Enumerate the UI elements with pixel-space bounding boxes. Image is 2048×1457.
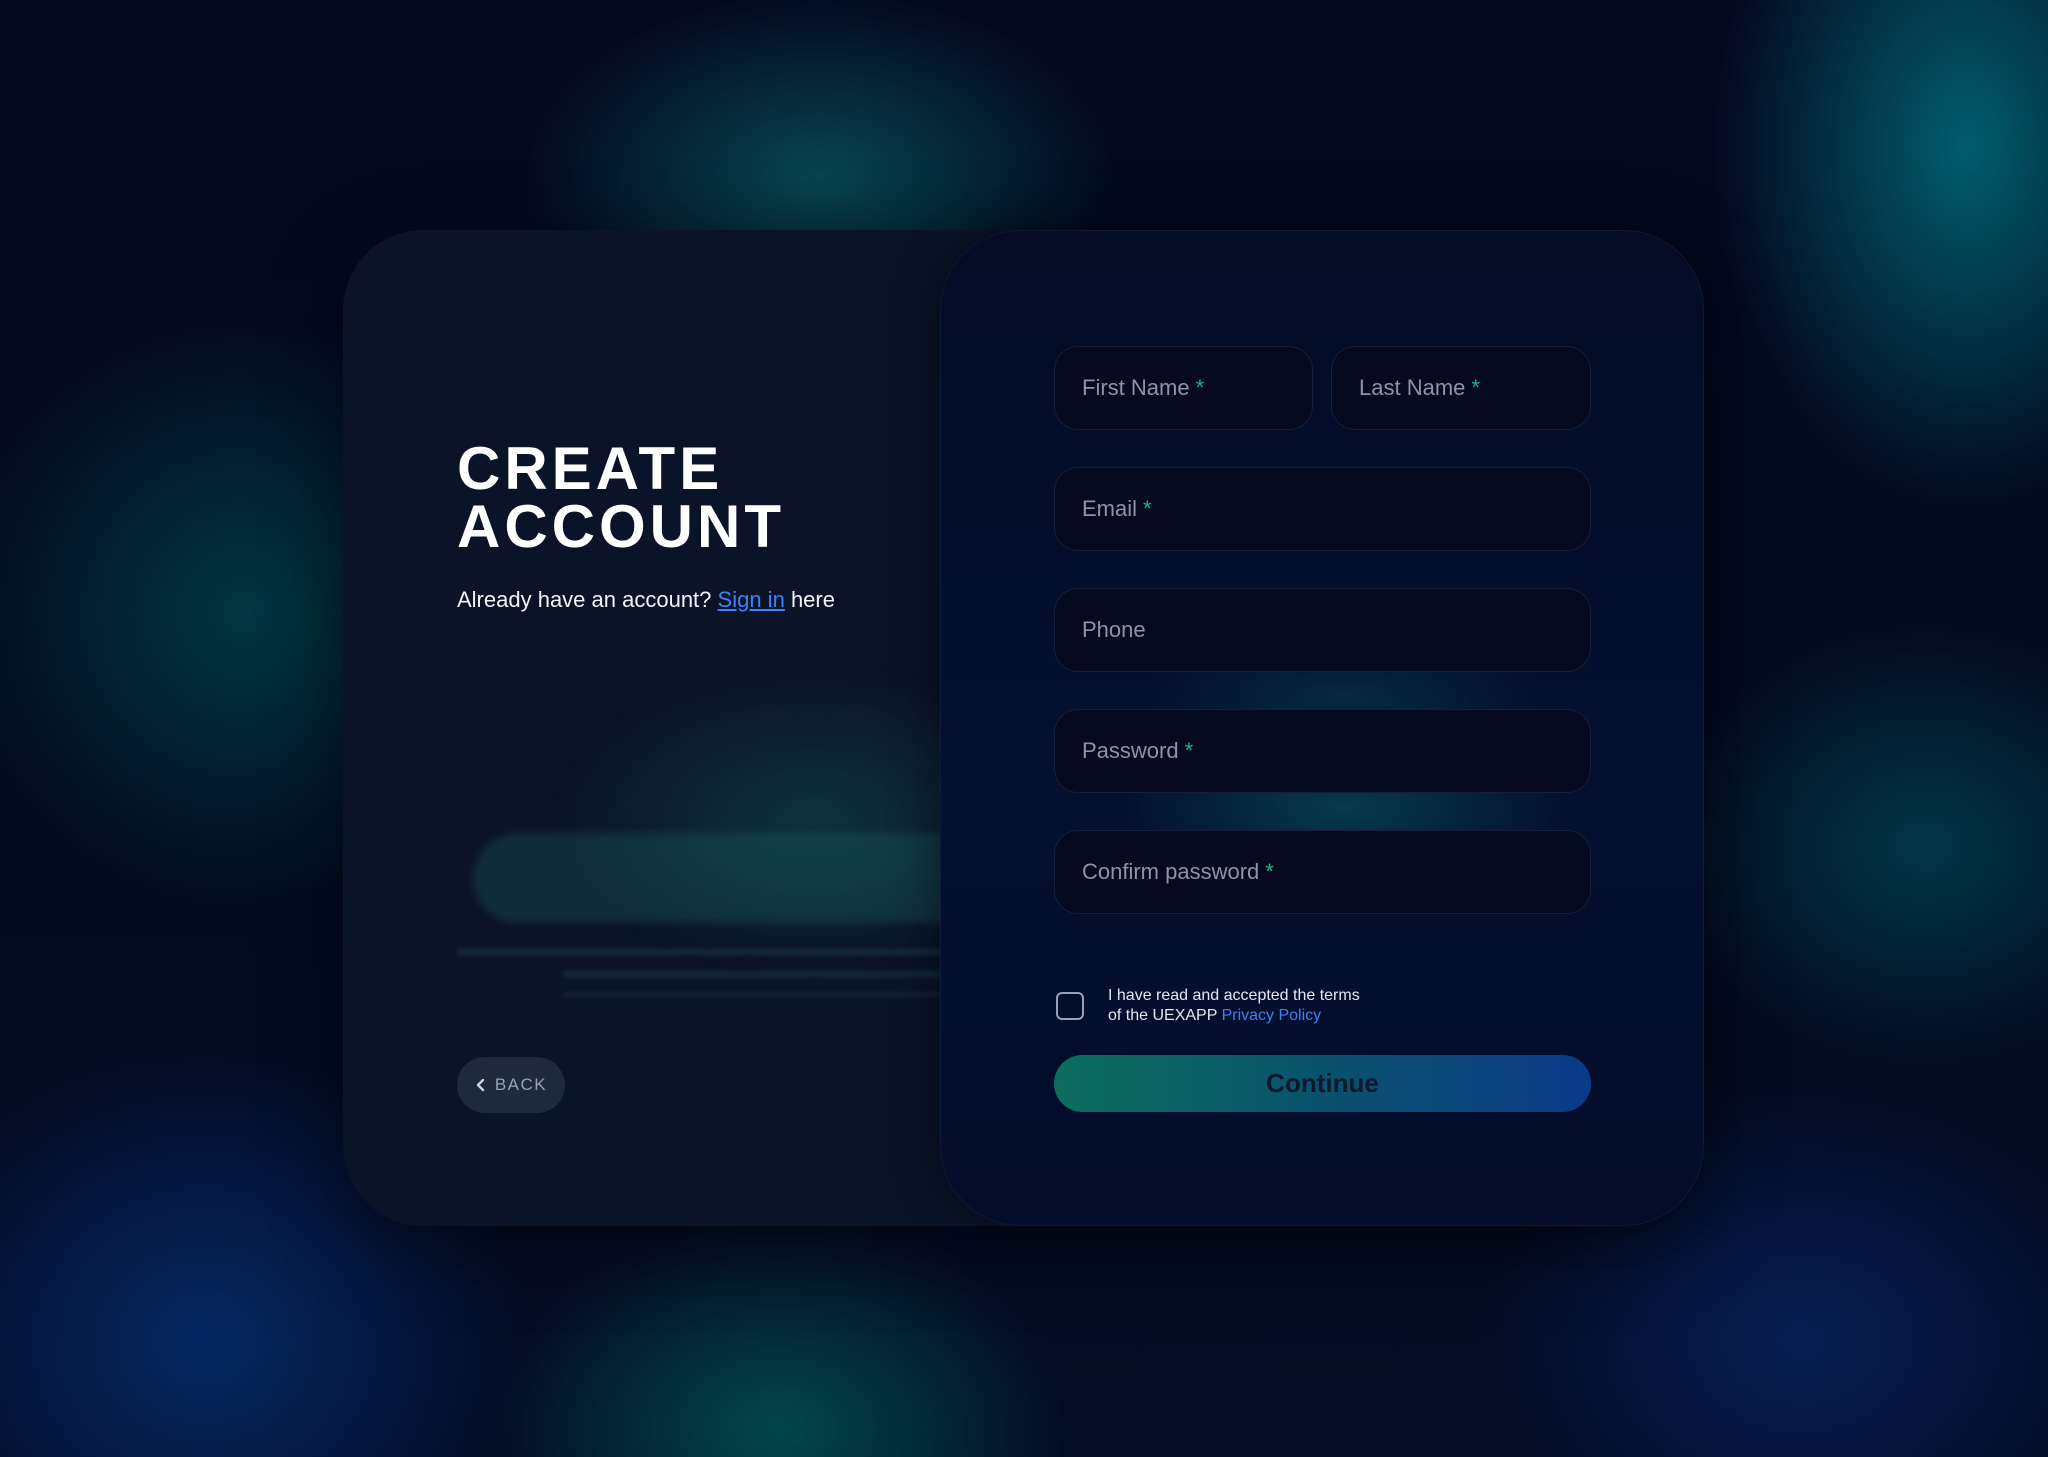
email-placeholder: Email	[1082, 496, 1138, 521]
terms-text: I have read and accepted the terms of th…	[1108, 986, 1360, 1026]
privacy-policy-link[interactable]: Privacy Policy	[1222, 1007, 1322, 1024]
signin-prompt-prefix: Already have an account?	[457, 587, 712, 612]
decorative-line	[563, 993, 963, 996]
email-field[interactable]: Email *	[1054, 467, 1591, 551]
required-marker: *	[1195, 375, 1205, 400]
password-placeholder: Password	[1082, 738, 1179, 763]
signin-prompt-suffix: here	[790, 587, 835, 612]
confirm-password-placeholder: Confirm password	[1082, 859, 1260, 884]
required-marker: *	[1143, 496, 1152, 521]
continue-button[interactable]: Continue	[1054, 1055, 1591, 1112]
chevron-left-icon	[476, 1078, 485, 1092]
last-name-field[interactable]: Last Name *	[1331, 346, 1591, 430]
page-title-line1: CREATE	[457, 435, 724, 502]
signin-link[interactable]: Sign in	[718, 587, 785, 612]
terms-line2: of the UEXAPP Privacy Policy	[1108, 1006, 1360, 1026]
first-name-field[interactable]: First Name *	[1054, 346, 1313, 430]
required-marker: *	[1471, 375, 1480, 400]
last-name-placeholder: Last Name	[1359, 375, 1466, 400]
back-button[interactable]: BACK	[457, 1057, 565, 1113]
terms-line1: I have read and accepted the terms	[1108, 987, 1360, 1004]
phone-field[interactable]: Phone	[1054, 588, 1591, 672]
required-marker: *	[1184, 738, 1194, 763]
terms-line2-prefix: of the UEXAPP	[1108, 1007, 1218, 1024]
page-title: CREATE ACCOUNT	[457, 435, 785, 560]
confirm-password-field[interactable]: Confirm password *	[1054, 830, 1591, 914]
back-button-label: BACK	[494, 1075, 548, 1094]
decorative-line	[563, 971, 983, 977]
terms-checkbox[interactable]	[1056, 992, 1084, 1020]
page-title-line2: ACCOUNT	[457, 493, 785, 560]
decorative-line	[457, 949, 977, 955]
password-field[interactable]: Password *	[1054, 709, 1591, 793]
continue-button-label: Continue	[1266, 1068, 1379, 1098]
required-marker: *	[1265, 859, 1274, 884]
first-name-placeholder: First Name	[1082, 375, 1190, 400]
signin-prompt: Already have an account? Sign in here	[457, 586, 835, 614]
phone-placeholder: Phone	[1082, 617, 1146, 642]
